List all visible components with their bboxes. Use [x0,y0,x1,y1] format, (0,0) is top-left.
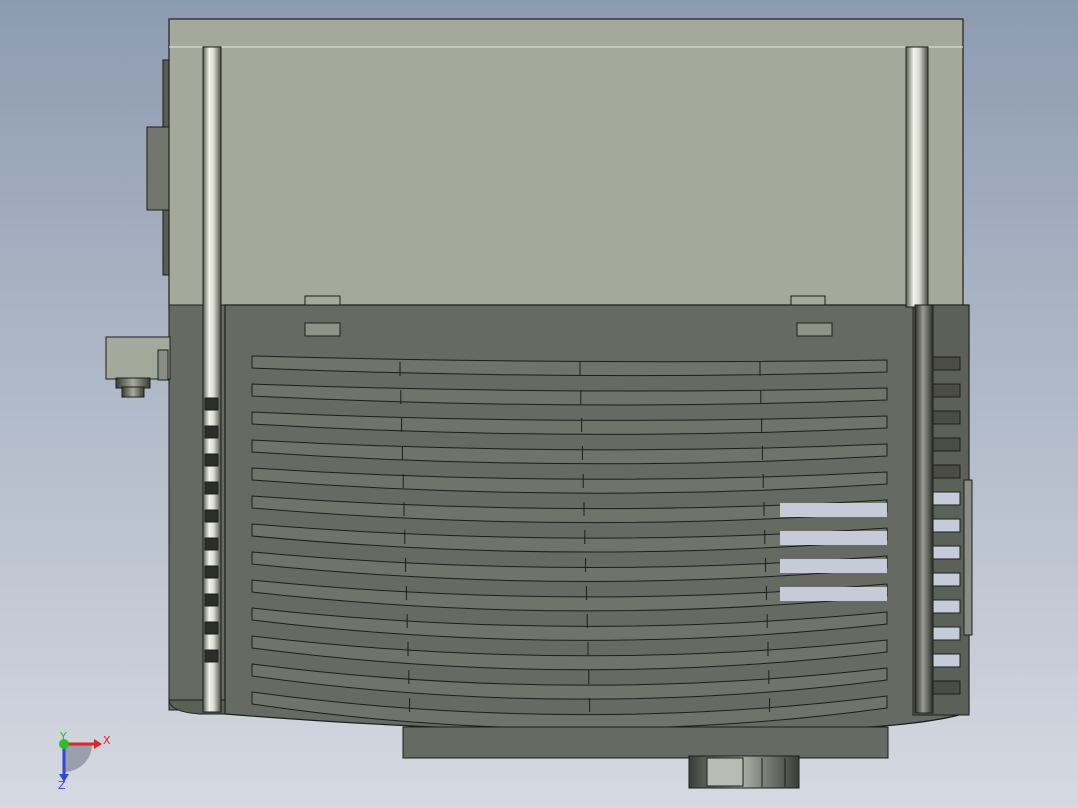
rail-slot [204,481,219,495]
triad-x-label: X [103,734,111,747]
latch-right[interactable] [790,295,826,306]
latch-left[interactable] [304,295,341,306]
right-rail-upper[interactable] [905,46,929,308]
rail-slot [204,537,219,551]
rail-slot [204,397,219,411]
vent-opening [780,587,887,601]
vent-opening [780,559,887,573]
rail-slot [204,509,219,523]
bottom-connector[interactable] [688,755,800,789]
left-rail[interactable] [202,46,222,713]
rail-slot [204,425,219,439]
rail-slot [204,593,219,607]
right-side-tab[interactable] [963,479,973,636]
vent-opening [780,531,887,545]
bottom-plate[interactable] [402,726,889,759]
bracket-stud[interactable] [157,349,169,381]
bottom-connector-core[interactable] [706,757,744,787]
cad-viewport[interactable]: X Y Z [0,0,1078,808]
triad-z-label: Z [58,779,66,792]
upper-housing[interactable] [168,18,964,310]
right-rail-lower[interactable] [914,304,934,714]
rail-slot [204,621,219,635]
3d-model-housing[interactable] [105,18,973,789]
rail-slot [204,649,219,663]
vent-opening [780,503,887,517]
rail-slot [204,565,219,579]
side-connector-block[interactable] [146,126,170,211]
rail-slot [204,453,219,467]
bracket-bolt-head[interactable] [121,386,145,398]
latch-slot-right [796,322,833,337]
triad-y-label: Y [59,730,67,743]
latch-slot-left [304,322,341,337]
